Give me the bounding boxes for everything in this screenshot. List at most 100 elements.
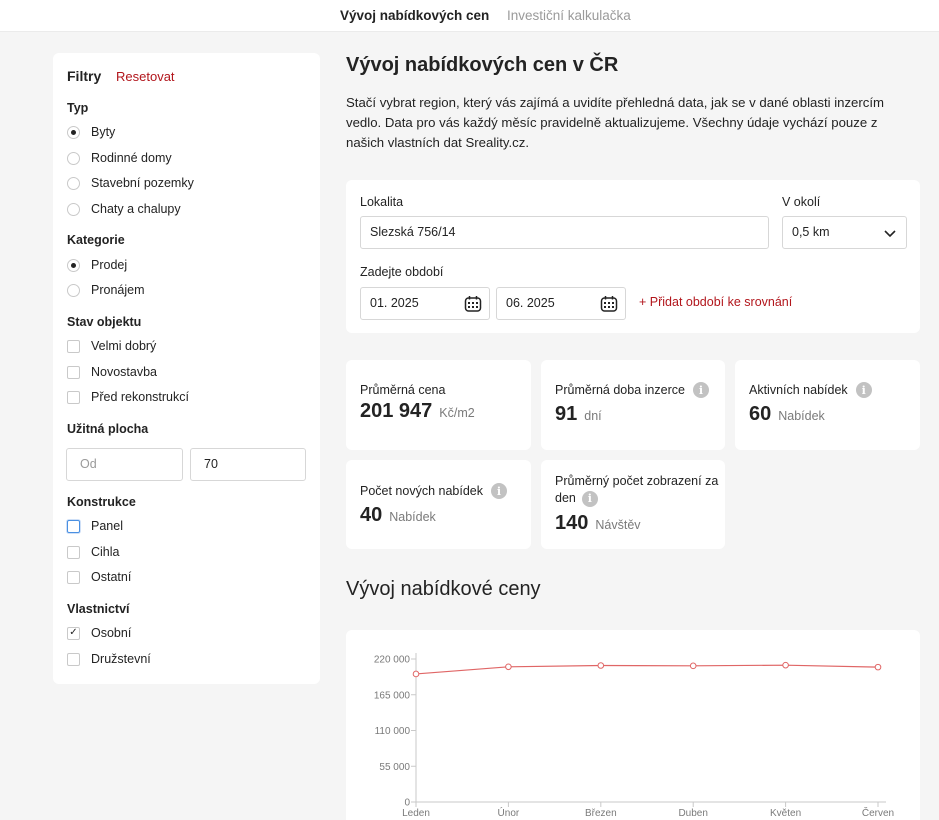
okoli-label: V okolí <box>782 195 821 209</box>
checkbox-vlastnictvi-osobni[interactable]: ✓ Osobní <box>67 624 131 642</box>
info-icon[interactable]: i <box>855 382 872 398</box>
reset-filters-link[interactable]: Resetovat <box>116 69 175 84</box>
okoli-select[interactable]: 0,5 km <box>782 216 907 249</box>
okoli-value: 0,5 km <box>792 225 830 239</box>
checkbox-stav-velmi-dobry[interactable]: Velmi dobrý <box>67 337 156 355</box>
checkbox-vlastnictvi-druzstevni[interactable]: Družstevní <box>67 650 151 668</box>
stat-label-wrap: Průměrný počet zobrazení za den i <box>555 473 720 507</box>
radio-typ-rodinne-domy[interactable]: Rodinné domy <box>67 149 172 167</box>
option-label: Chaty a chalupy <box>91 202 181 216</box>
calendar-icon[interactable] <box>600 295 618 313</box>
checkbox-konstrukce-panel[interactable]: Panel <box>67 517 123 535</box>
data-point <box>689 662 697 670</box>
info-icon[interactable]: i <box>491 483 507 499</box>
stat-value: 60 <box>749 403 772 425</box>
chart-card: 0 55 000 110 000 165 000 220 000 Leden Únor Bře… <box>346 630 920 820</box>
radio-checked-icon <box>67 258 80 272</box>
stat-value-wrap: 91 dní <box>555 403 602 426</box>
tab-price-development[interactable]: Vývoj nabídkových cen <box>340 8 489 23</box>
group-title-vlastnictvi: Vlastnictví <box>67 602 130 616</box>
radio-typ-byty[interactable]: Byty <box>67 123 115 141</box>
group-title-stav: Stav objektu <box>67 315 142 329</box>
checkmark-icon: ✓ <box>67 626 80 640</box>
page-title: Vývoj nabídkových cen v ČR <box>346 54 619 76</box>
option-label: Družstevní <box>91 652 151 666</box>
area-from-input[interactable]: Od <box>66 448 183 481</box>
stat-label: Průměrná doba inzerce <box>555 383 685 397</box>
stat-value-wrap: 140 Návštěv <box>555 512 641 535</box>
stat-label: Aktivních nabídek <box>749 383 848 397</box>
option-label: Velmi dobrý <box>91 339 157 353</box>
radio-icon <box>67 283 80 297</box>
checkbox-konstrukce-ostatni[interactable]: Ostatní <box>67 568 131 586</box>
series-line <box>415 664 879 675</box>
stat-unit: Návštěv <box>595 518 641 532</box>
period-from-value: 01. 2025 <box>370 296 419 310</box>
x-tick-label: Červen <box>862 806 894 819</box>
stat-value-wrap: 40 Nabídek <box>360 504 436 527</box>
checkbox-konstrukce-cihla[interactable]: Cihla <box>67 543 120 561</box>
search-form-card: Lokalita Slezská 756/14 V okolí 0,5 km Z… <box>346 180 920 333</box>
radio-typ-chaty[interactable]: Chaty a chalupy <box>67 200 181 218</box>
stat-value: 140 <box>555 512 589 534</box>
chart-title: Vývoj nabídkové ceny <box>346 578 541 600</box>
stat-unit: Nabídek <box>389 510 436 524</box>
add-period-link[interactable]: + Přidat období ke srovnání <box>639 295 792 309</box>
stat-unit: dní <box>584 409 602 423</box>
data-point <box>597 662 605 669</box>
stat-value-wrap: 60 Nabídek <box>749 403 825 426</box>
checkbox-icon <box>67 365 80 379</box>
option-label: Panel <box>91 519 123 533</box>
radio-icon <box>67 176 80 190</box>
data-point <box>782 661 789 669</box>
x-tick-label: Únor <box>498 806 520 819</box>
calendar-icon[interactable] <box>464 295 482 313</box>
stat-label: Průměrná cena <box>360 383 446 397</box>
group-title-plocha: Užitná plocha <box>67 422 149 436</box>
stat-label-wrap: Počet nových nabídek i <box>360 483 507 499</box>
checkbox-icon <box>67 339 80 353</box>
lokalita-label: Lokalita <box>360 195 404 209</box>
area-to-input[interactable]: 70 <box>190 448 306 481</box>
data-point <box>412 670 420 678</box>
checkbox-icon <box>67 545 80 559</box>
stat-label-wrap: Aktivních nabídek i <box>749 382 872 398</box>
x-tick-label: Duben <box>678 808 707 819</box>
option-label: Před rekonstrukcí <box>91 390 189 404</box>
option-label: Stavební pozemky <box>91 176 194 190</box>
radio-checked-icon <box>67 125 80 139</box>
x-tick-label: Leden <box>402 808 430 819</box>
stat-label-wrap: Průměrná cena <box>360 383 445 397</box>
y-tick-label: 165 000 <box>374 690 411 701</box>
radio-kategorie-pronajem[interactable]: Pronájem <box>67 281 145 299</box>
filters-title: Filtry <box>67 68 102 84</box>
stat-value: 40 <box>360 504 383 526</box>
option-label: Osobní <box>91 626 132 640</box>
period-to-input[interactable]: 06. 2025 <box>496 287 626 320</box>
x-tick-label: Květen <box>770 808 801 819</box>
checkbox-stav-pred-rekonstrukci[interactable]: Před rekonstrukcí <box>67 388 189 406</box>
stat-card-new-listings: Počet nových nabídek i 40 Nabídek <box>346 460 531 549</box>
info-icon[interactable]: i <box>692 382 709 398</box>
radio-kategorie-prodej[interactable]: Prodej <box>67 256 127 274</box>
radio-icon <box>67 202 80 216</box>
stat-unit: Kč/m2 <box>439 406 475 420</box>
group-title-kategorie: Kategorie <box>67 233 125 247</box>
checkbox-icon <box>67 519 80 533</box>
stat-value: 91 <box>555 403 578 425</box>
checkbox-stav-novostavba[interactable]: Novostavba <box>67 363 157 381</box>
radio-typ-pozemky[interactable]: Stavební pozemky <box>67 174 194 192</box>
checkbox-icon <box>67 390 80 404</box>
period-from-input[interactable]: 01. 2025 <box>360 287 490 320</box>
chevron-down-icon <box>884 230 896 238</box>
lokalita-input[interactable]: Slezská 756/14 <box>360 216 769 249</box>
price-line-chart: 0 55 000 110 000 165 000 220 000 Leden Únor Bře… <box>374 653 894 819</box>
info-icon[interactable]: i <box>581 490 598 507</box>
intro-text: Stačí vybrat region, který vás zajímá a … <box>346 95 885 150</box>
y-tick-label: 220 000 <box>374 655 411 666</box>
stat-value: 201 947 <box>360 400 433 422</box>
option-label: Novostavba <box>91 365 158 379</box>
tab-investment-calculator[interactable]: Investiční kalkulačka <box>507 8 631 23</box>
y-tick-label: 55 000 <box>379 762 410 773</box>
x-tick-label: Březen <box>585 808 617 819</box>
